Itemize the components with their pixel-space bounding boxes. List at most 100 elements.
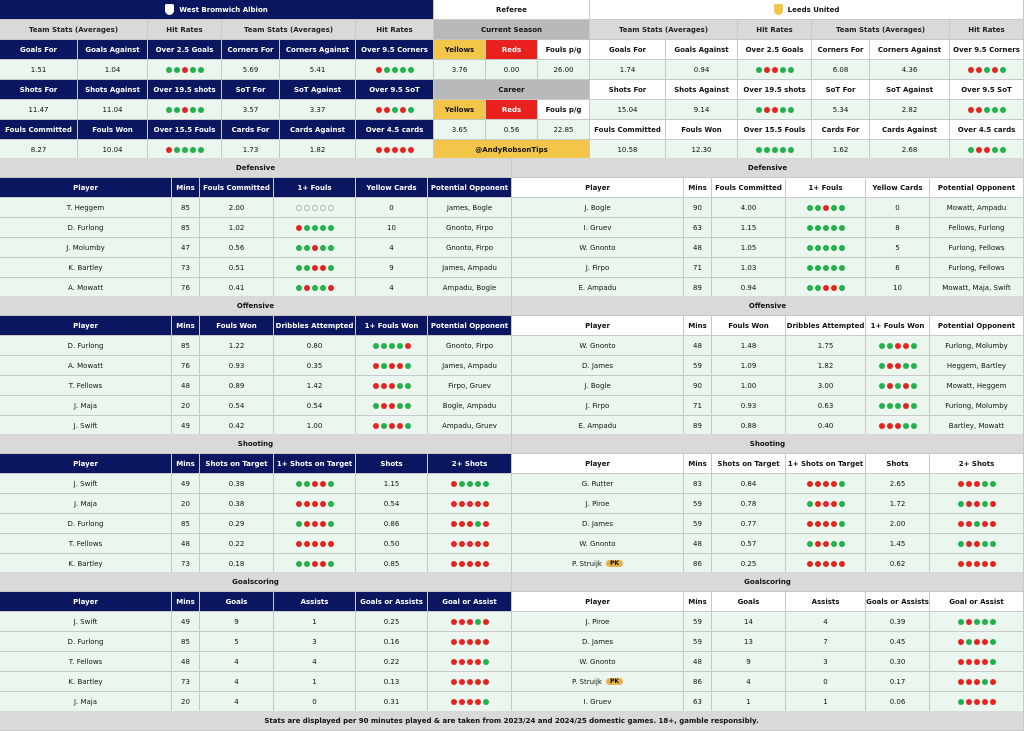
stat-value-text: 4	[823, 617, 828, 626]
stat-value: 0.42	[200, 416, 274, 436]
player-name-text: I. Gruev	[583, 223, 612, 232]
green-dot-icon	[910, 342, 917, 349]
green-dot-icon	[838, 480, 845, 487]
stat-value: Bogle, Ampadu	[428, 396, 512, 416]
stat-value-text: 71	[693, 401, 702, 410]
stat-value-text: 76	[181, 361, 190, 370]
stat-value-text: 89	[693, 421, 702, 430]
red-dot-icon	[965, 500, 972, 507]
red-dot-icon	[830, 500, 837, 507]
red-dot-icon	[450, 540, 457, 547]
red-dot-icon	[295, 224, 302, 231]
away-cda-head-text: Cards Against	[882, 125, 937, 134]
away-ga-value-text: 0.94	[693, 65, 710, 74]
home-offensive-col-po-text: Potential Opponent	[430, 321, 509, 330]
ref-car-fouls: 22.85	[538, 120, 590, 140]
green-dot-icon	[814, 244, 821, 251]
dot-group	[372, 402, 411, 409]
green-dot-icon	[806, 224, 813, 231]
away-o45-head: Over 4.5 cards	[950, 120, 1024, 140]
player-name: D. Furlong	[0, 336, 172, 356]
player-name: J. Maja	[0, 692, 172, 712]
away-sf-value: 15.04	[590, 100, 666, 120]
green-dot-icon	[303, 224, 310, 231]
red-dot-icon	[482, 678, 489, 685]
stat-value-text: 6	[895, 263, 900, 272]
green-dot-icon	[989, 638, 996, 645]
stat-value-text: 20	[181, 697, 190, 706]
green-dot-icon	[327, 520, 334, 527]
hit-rate-dots	[950, 100, 1024, 120]
green-dot-icon	[814, 264, 821, 271]
stat-value: 0.94	[712, 278, 786, 298]
player-name-text: D. Furlong	[67, 341, 104, 350]
red-dot-icon	[957, 658, 964, 665]
stat-value: 0.54	[274, 396, 356, 416]
home-offensive-col-player-text: Player	[73, 321, 98, 330]
player-name: J. Piroe	[512, 494, 684, 514]
player-name: K. Bartley	[0, 554, 172, 574]
dot-group	[375, 66, 414, 73]
red-dot-icon	[973, 658, 980, 665]
dot-group	[450, 658, 489, 665]
stat-value-text: 1.15	[383, 479, 400, 488]
hit-rate-dots	[930, 554, 1024, 574]
stat-value: 0.40	[786, 416, 866, 436]
green-dot-icon	[806, 204, 813, 211]
away-offensive-col-player-text: Player	[585, 321, 610, 330]
stat-value: 48	[172, 534, 200, 554]
stat-value-text: 1	[823, 697, 828, 706]
red-dot-icon	[474, 698, 481, 705]
green-dot-icon	[295, 284, 302, 291]
stat-value-text: 0.89	[228, 381, 245, 390]
stat-value: 1.48	[712, 336, 786, 356]
player-name: J. Firpo	[512, 396, 684, 416]
away-cda-value: 2.68	[870, 140, 950, 160]
away-hr-label-text: Hit Rates	[756, 25, 793, 34]
stat-value-text: 1.75	[817, 341, 834, 350]
green-dot-icon	[303, 560, 310, 567]
away-goalscoring-title-text: Goalscoring	[744, 577, 791, 586]
home-o195-head: Over 19.5 shots	[148, 80, 222, 100]
home-goalscoring-col-goa2: Goal or Assist	[428, 592, 512, 612]
player-name: J. Molumby	[0, 238, 172, 258]
dot-group	[450, 698, 489, 705]
red-dot-icon	[458, 618, 465, 625]
home-ts-label: Team Stats (Averages)	[0, 20, 148, 40]
stat-value-text: Ampadu, Bogle	[442, 283, 497, 292]
home-cda-value-text: 1.82	[309, 145, 326, 154]
green-dot-icon	[838, 500, 845, 507]
home-sf-head: Shots For	[0, 80, 78, 100]
stat-value: 48	[172, 652, 200, 672]
home-defensive-col-yc-text: Yellow Cards	[366, 183, 417, 192]
green-dot-icon	[983, 106, 990, 113]
away-shooting-title-text: Shooting	[749, 439, 786, 448]
home-cf-head: Corners For	[222, 40, 280, 60]
away-defensive-col-fc-text: Fouls Committed	[715, 183, 782, 192]
player-name-text: K. Bartley	[68, 559, 103, 568]
red-dot-icon	[973, 560, 980, 567]
green-dot-icon	[999, 146, 1006, 153]
red-dot-icon	[450, 678, 457, 685]
away-ca-head-text: Corners Against	[877, 45, 942, 54]
red-dot-icon	[466, 698, 473, 705]
home-cdf-value-text: 1.73	[242, 145, 259, 154]
red-dot-icon	[327, 540, 334, 547]
red-dot-icon	[814, 480, 821, 487]
red-dot-icon	[973, 540, 980, 547]
player-name-text: T. Heggem	[66, 203, 105, 212]
home-offensive-col-po: Potential Opponent	[428, 316, 512, 336]
player-name-text: J. Maja	[73, 499, 98, 508]
player-name-text: E. Ampadu	[578, 283, 617, 292]
green-dot-icon	[806, 244, 813, 251]
ref-yellows-label-2: Yellows	[434, 100, 486, 120]
stat-value-text: 8	[895, 223, 900, 232]
red-dot-icon	[482, 618, 489, 625]
stat-value-text: 0	[389, 203, 394, 212]
away-defensive-col-fouls1-text: 1+ Fouls	[808, 183, 843, 192]
stat-value: 0.85	[356, 554, 428, 574]
hit-rate-dots	[274, 474, 356, 494]
stat-value-text: 59	[693, 499, 702, 508]
stat-value: 0.45	[866, 632, 930, 652]
player-name-text: J. Piroe	[585, 499, 610, 508]
